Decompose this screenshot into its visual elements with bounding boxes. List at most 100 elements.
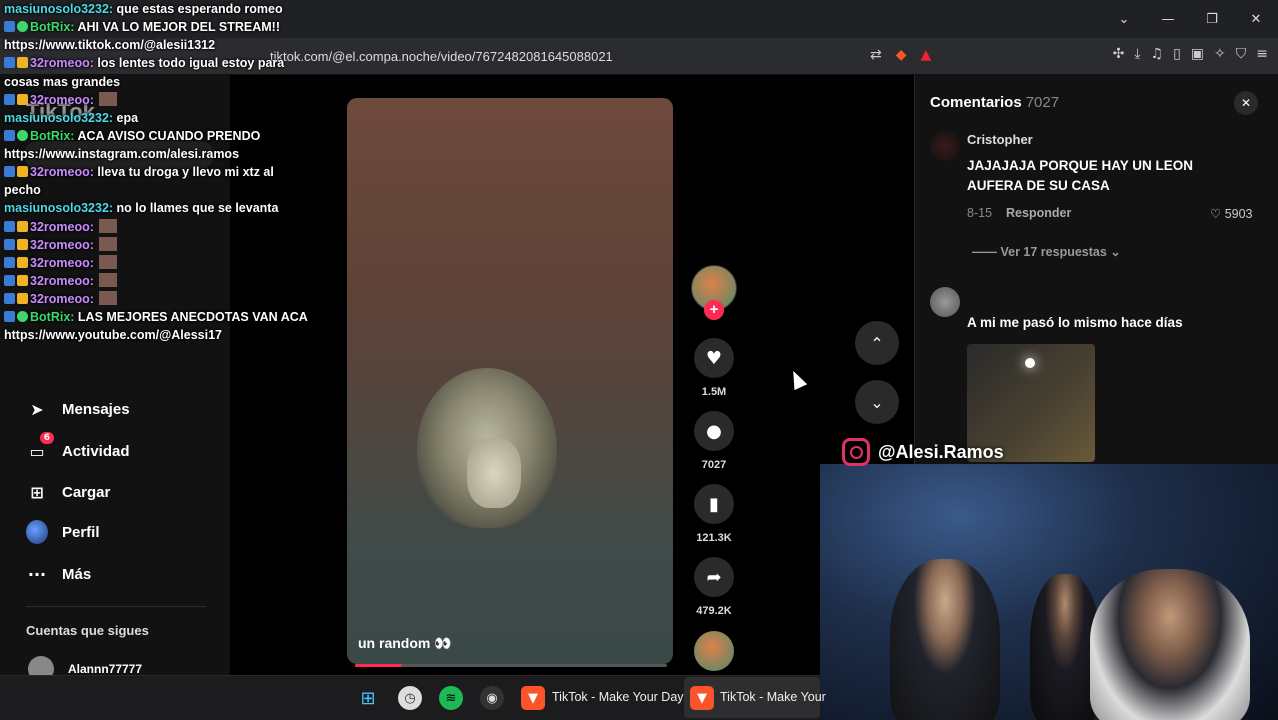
save-button[interactable]: ▮ [694, 484, 734, 524]
chevron-down-icon: ⌄ [870, 392, 884, 412]
brave-rewards-icon[interactable]: ▲ [921, 47, 932, 63]
comments-count: 7027 [1025, 94, 1060, 111]
extensions-icon[interactable]: ✣ [1113, 46, 1125, 62]
chevron-up-icon: ⌃ [870, 333, 884, 353]
comment-likes[interactable]: ♡ 5903 [1210, 206, 1253, 221]
chat-username: 32romeoo: [30, 219, 98, 234]
menu-icon[interactable]: ≡ [1256, 46, 1268, 62]
share-button[interactable]: ➦ [694, 557, 734, 597]
chat-username: 32romeoo: [30, 56, 98, 71]
like-count: 1.5M [701, 386, 727, 398]
chat-message: BotRix: ACA AVISO CUANDO PRENDO https://… [4, 127, 314, 163]
chat-text: que estas esperando romeo [116, 2, 283, 16]
sidebar-item-actividad[interactable]: ▭ 6 Actividad [26, 432, 130, 462]
brave-shield-icon[interactable]: ◆ [896, 47, 907, 63]
upload-icon: ⊞ [30, 482, 44, 502]
close-comments-button[interactable]: ✕ [1234, 91, 1258, 115]
comment-author[interactable]: Cristopher [967, 132, 1033, 147]
chat-badge-icon [4, 21, 15, 33]
video-progress-bar[interactable] [355, 664, 667, 667]
sidebar-item-mas[interactable]: ··· Más [26, 563, 91, 585]
spotify-icon[interactable]: ≋ [439, 686, 463, 710]
leo-icon[interactable]: ✧ [1214, 46, 1226, 62]
chat-username: 32romeoo: [30, 92, 98, 107]
like-button[interactable]: ♥ [694, 338, 734, 378]
chat-badge-icon [17, 274, 28, 286]
sidebar-item-label: Mensajes [62, 400, 130, 418]
save-count: 121.3K [696, 532, 732, 544]
previous-video-button[interactable]: ⌃ [855, 321, 899, 365]
avatar[interactable] [930, 131, 960, 161]
chat-badge-icon [17, 57, 28, 69]
chat-emote-icon [99, 218, 118, 233]
comment-text: A mi me pasó lo mismo hace días [967, 315, 1183, 330]
reply-button[interactable]: Responder [1006, 206, 1071, 220]
progress-fill [355, 664, 402, 667]
chat-badge-icon [4, 220, 15, 232]
person-figure [1090, 569, 1250, 720]
chat-message: 32romeoo: lleva tu droga y llevo mi xtz … [4, 163, 314, 199]
chat-username: 32romeoo: [30, 255, 98, 270]
url-text[interactable]: tiktok.com/@el.compa.noche/video/7672482… [270, 49, 613, 64]
send-icon: ➤ [30, 399, 44, 419]
taskbar-app-label[interactable]: TikTok - Make Your [720, 690, 826, 704]
chat-badge-icon [4, 274, 15, 286]
mouse-cursor [786, 367, 808, 391]
clock-app-icon[interactable]: ◷ [398, 686, 422, 710]
chat-emote-icon [99, 236, 118, 251]
chat-badge-icon [4, 311, 15, 323]
chat-badge-icon [17, 129, 28, 141]
wallet-icon[interactable]: ▣ [1191, 46, 1204, 62]
sound-avatar[interactable] [694, 631, 734, 671]
minimize-icon[interactable]: — [1146, 12, 1190, 27]
chat-message: 32romeoo: [4, 254, 314, 272]
chat-username: 32romeoo: [30, 292, 98, 306]
chat-username: BotRix: [30, 20, 78, 35]
sidebar-icon[interactable]: ▯ [1173, 46, 1181, 62]
taskbar-app-label[interactable]: TikTok - Make Your Day [552, 690, 684, 704]
view-replies-button[interactable]: ―― Ver 17 respuestas ⌄ [972, 244, 1121, 259]
person-figure [890, 559, 1000, 720]
next-video-button[interactable]: ⌄ [855, 380, 899, 424]
chat-message: masiunosolo3232: epa [4, 109, 314, 127]
media-icon[interactable]: ♫ [1151, 46, 1164, 62]
brave-icon[interactable]: ▼ [521, 686, 545, 710]
chat-badge-icon [17, 93, 28, 105]
tab-search-icon[interactable]: ⌄ [1102, 12, 1146, 27]
chat-text: epa [116, 110, 139, 125]
chat-badge-icon [4, 238, 15, 250]
sidebar-item-label: Actividad [62, 442, 130, 460]
chat-message: 32romeoo: [4, 272, 314, 290]
lion-face [467, 438, 521, 508]
sidebar-item-label: Perfil [62, 523, 100, 541]
video-player[interactable] [347, 98, 673, 664]
brave-icon[interactable]: ▼ [690, 686, 714, 710]
webcam-overlay [820, 464, 1278, 720]
close-window-icon[interactable]: ✕ [1234, 12, 1278, 27]
avatar[interactable] [930, 287, 960, 317]
sidebar-item-cargar[interactable]: ⊞ Cargar [26, 481, 110, 503]
divider [26, 606, 206, 607]
share-icon: ➦ [706, 566, 722, 588]
comment-button[interactable]: ● [694, 411, 734, 451]
translate-icon[interactable]: ⇄ [870, 47, 882, 63]
heart-outline-icon: ♡ [1210, 207, 1222, 221]
sidebar-item-perfil[interactable]: Perfil [26, 520, 100, 544]
chat-username: masiunosolo3232: [4, 110, 117, 125]
vpn-icon[interactable]: ⛉ [1236, 46, 1247, 62]
restore-icon[interactable]: ❐ [1190, 12, 1234, 27]
windows-start-icon[interactable]: ⊞ [356, 686, 380, 710]
avatar [26, 520, 48, 544]
chat-emote-icon [99, 272, 118, 287]
obs-icon[interactable]: ◉ [480, 686, 504, 710]
comment-text: JAJAJAJA PORQUE HAY UN LEON AUFERA DE SU… [967, 158, 1194, 194]
chat-username: 32romeoo: [30, 237, 98, 252]
sidebar-item-mensajes[interactable]: ➤ Mensajes [26, 398, 130, 420]
follow-plus-icon[interactable]: + [704, 300, 724, 320]
chat-message: BotRix: LAS MEJORES ANECDOTAS VAN ACA ht… [4, 308, 314, 344]
chat-username: masiunosolo3232: [4, 201, 117, 216]
comment-count: 7027 [701, 459, 727, 471]
chat-badge-icon [17, 21, 28, 33]
chat-badge-icon [17, 256, 28, 268]
download-icon[interactable]: ⤓ [1134, 46, 1140, 62]
